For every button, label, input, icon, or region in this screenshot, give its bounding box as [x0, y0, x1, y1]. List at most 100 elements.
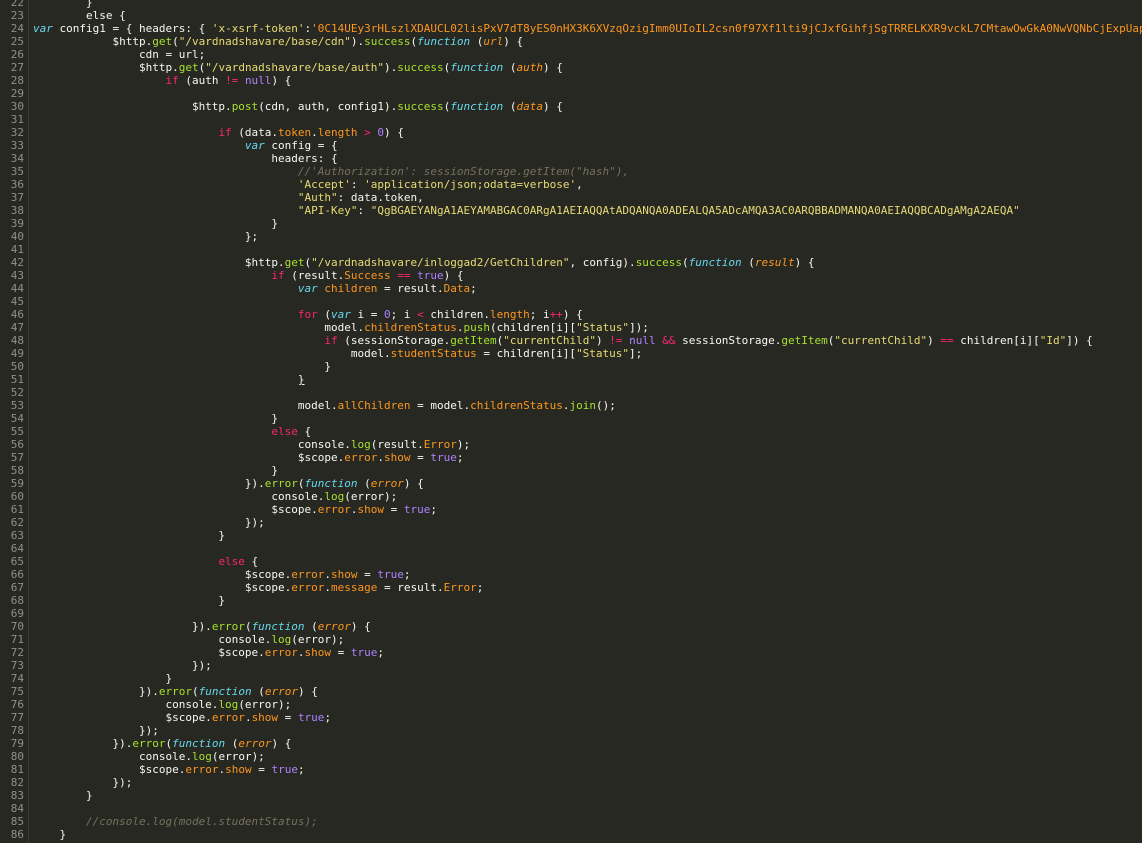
- code-line[interactable]: 54 }: [0, 412, 1142, 425]
- code-editor[interactable]: 22 } 23 else {24 var config1 = { headers: …: [0, 0, 1142, 843]
- code-line[interactable]: 80 console.log(error);: [0, 750, 1142, 763]
- code-line[interactable]: 49 model.studentStatus = children[i]["St…: [0, 347, 1142, 360]
- code-token: true: [430, 451, 457, 464]
- code-line[interactable]: 27 $http.get ("/vardnadshavare/base/auth"…: [0, 61, 1142, 74]
- code-token: (: [682, 256, 689, 269]
- code-line[interactable]: 69: [0, 607, 1142, 620]
- code-token: children.: [423, 308, 491, 321]
- code-line[interactable]: 47 model.childrenStatus.push(children[i]…: [0, 321, 1142, 334]
- code-line[interactable]: 64: [0, 542, 1142, 555]
- line-code: });: [33, 776, 132, 789]
- code-token: }: [33, 412, 279, 425]
- code-line[interactable]: 61 $scope.error.show = true;: [0, 503, 1142, 516]
- code-line[interactable]: 77 $scope.error.show = true;: [0, 711, 1142, 724]
- code-line[interactable]: 23 else {: [0, 9, 1142, 22]
- code-line[interactable]: 85 //console.log(model.studentStatus);: [0, 815, 1142, 828]
- code-line[interactable]: 40 };: [0, 230, 1142, 243]
- code-line[interactable]: 46 for (var i = 0; i < children.length; …: [0, 308, 1142, 321]
- line-number: 62: [10, 516, 24, 529]
- line-code: "Auth": data.token,: [33, 191, 424, 204]
- code-line[interactable]: 41: [0, 243, 1142, 256]
- line-code: var config = {: [33, 139, 338, 152]
- code-line[interactable]: 33 var config = {: [0, 139, 1142, 152]
- code-token: cdn = url;: [33, 48, 206, 61]
- code-line[interactable]: 84: [0, 802, 1142, 815]
- code-token: success: [397, 100, 444, 113]
- code-line[interactable]: 55 else {: [0, 425, 1142, 438]
- line-number: 56: [10, 438, 24, 451]
- code-token: error: [158, 685, 192, 698]
- code-line[interactable]: 82 });: [0, 776, 1142, 789]
- code-token: (: [503, 61, 517, 74]
- code-token: =: [331, 646, 351, 659]
- code-line[interactable]: 29: [0, 87, 1142, 100]
- code-line[interactable]: 35 //'Authorization': sessionStorage.get…: [0, 165, 1142, 178]
- code-line[interactable]: 62 });: [0, 516, 1142, 529]
- code-token: (auth: [178, 74, 226, 87]
- code-line[interactable]: 75 }).error(function (error) {: [0, 685, 1142, 698]
- code-line[interactable]: 63 }: [0, 529, 1142, 542]
- code-line[interactable]: 60 console.log(error);: [0, 490, 1142, 503]
- line-code: console.log(error);: [33, 490, 397, 503]
- code-line[interactable]: 72 $scope.error.show = true;: [0, 646, 1142, 659]
- code-line[interactable]: 43 if (result.Success == true) {: [0, 269, 1142, 282]
- code-line[interactable]: 58 }: [0, 464, 1142, 477]
- code-token: =: [384, 503, 404, 516]
- code-line[interactable]: 39 }: [0, 217, 1142, 230]
- code-line[interactable]: 76 console.log(error);: [0, 698, 1142, 711]
- code-line[interactable]: 50 }: [0, 360, 1142, 373]
- code-line[interactable]: 36 'Accept': 'application/json;odata=ver…: [0, 178, 1142, 191]
- line-number: 78: [10, 724, 24, 737]
- code-line[interactable]: 59 }).error(function (error) {: [0, 477, 1142, 490]
- line-code: //console.log(model.studentStatus);: [33, 815, 318, 828]
- code-line[interactable]: 25 $http.get("/vardnadshavare/base/cdn")…: [0, 35, 1142, 48]
- code-line[interactable]: 70 }).error(function (error) {: [0, 620, 1142, 633]
- line-number: 26: [10, 48, 24, 61]
- code-line[interactable]: 73 });: [0, 659, 1142, 672]
- code-line[interactable]: 71 console.log(error);: [0, 633, 1142, 646]
- code-line[interactable]: 24 var config1 = { headers: { 'x-xsrf-tok…: [0, 22, 1142, 35]
- code-line[interactable]: 51 }: [0, 373, 1142, 386]
- code-token: 'Accept': [297, 178, 351, 191]
- line-number: 67: [10, 581, 24, 594]
- code-line[interactable]: 28 if (auth != null) {: [0, 74, 1142, 87]
- code-line[interactable]: 52: [0, 386, 1142, 399]
- code-line[interactable]: 68 }: [0, 594, 1142, 607]
- code-line[interactable]: 48 if (sessionStorage.getItem("currentCh…: [0, 334, 1142, 347]
- code-line[interactable]: 38 "API-Key": "QgBGAEYANgA1AEYAMABGAC0AR…: [0, 204, 1142, 217]
- code-token: auth: [516, 61, 543, 74]
- code-line[interactable]: 22 }: [0, 0, 1142, 9]
- code-line[interactable]: 56 console.log(result.Error);: [0, 438, 1142, 451]
- line-number: 30: [10, 100, 24, 113]
- code-line[interactable]: 65 else {: [0, 555, 1142, 568]
- code-token: Error: [443, 581, 477, 594]
- code-token: ;: [403, 568, 411, 581]
- code-line[interactable]: 44 var children = result.Data;: [0, 282, 1142, 295]
- code-line[interactable]: 67 $scope.error.message = result.Error;: [0, 581, 1142, 594]
- code-line[interactable]: 42 $http.get ("/vardnadshavare/inloggad2/…: [0, 256, 1142, 269]
- code-line[interactable]: 81 $scope.error.show = true;: [0, 763, 1142, 776]
- code-line[interactable]: 66 $scope.error.show = true;: [0, 568, 1142, 581]
- code-line[interactable]: 86 }: [0, 828, 1142, 841]
- code-line[interactable]: 79 }).error(function (error) {: [0, 737, 1142, 750]
- code-line[interactable]: 57 $scope.error.show = true;: [0, 451, 1142, 464]
- code-line[interactable]: 74 }: [0, 672, 1142, 685]
- code-line[interactable]: 45: [0, 295, 1142, 308]
- code-token: ): [595, 334, 610, 347]
- line-code: }: [33, 828, 66, 841]
- code-line[interactable]: 26 cdn = url;: [0, 48, 1142, 61]
- line-code: $scope.error.show = true;: [33, 451, 464, 464]
- code-line[interactable]: 30 $http.post(cdn, auth, config1).succes…: [0, 100, 1142, 113]
- code-line[interactable]: 31: [0, 113, 1142, 126]
- code-token: = result.: [377, 282, 444, 295]
- code-line[interactable]: 34 headers: {: [0, 152, 1142, 165]
- code-line[interactable]: 37 "Auth": data.token,: [0, 191, 1142, 204]
- code-line[interactable]: 53 model.allChildren = model.childrenSta…: [0, 399, 1142, 412]
- code-token: ) {: [503, 35, 524, 48]
- line-code: });: [33, 659, 212, 672]
- code-line[interactable]: 32 if (data.token.length > 0) {: [0, 126, 1142, 139]
- code-line[interactable]: 78 });: [0, 724, 1142, 737]
- code-token: error: [185, 763, 219, 776]
- code-line[interactable]: 83 }: [0, 789, 1142, 802]
